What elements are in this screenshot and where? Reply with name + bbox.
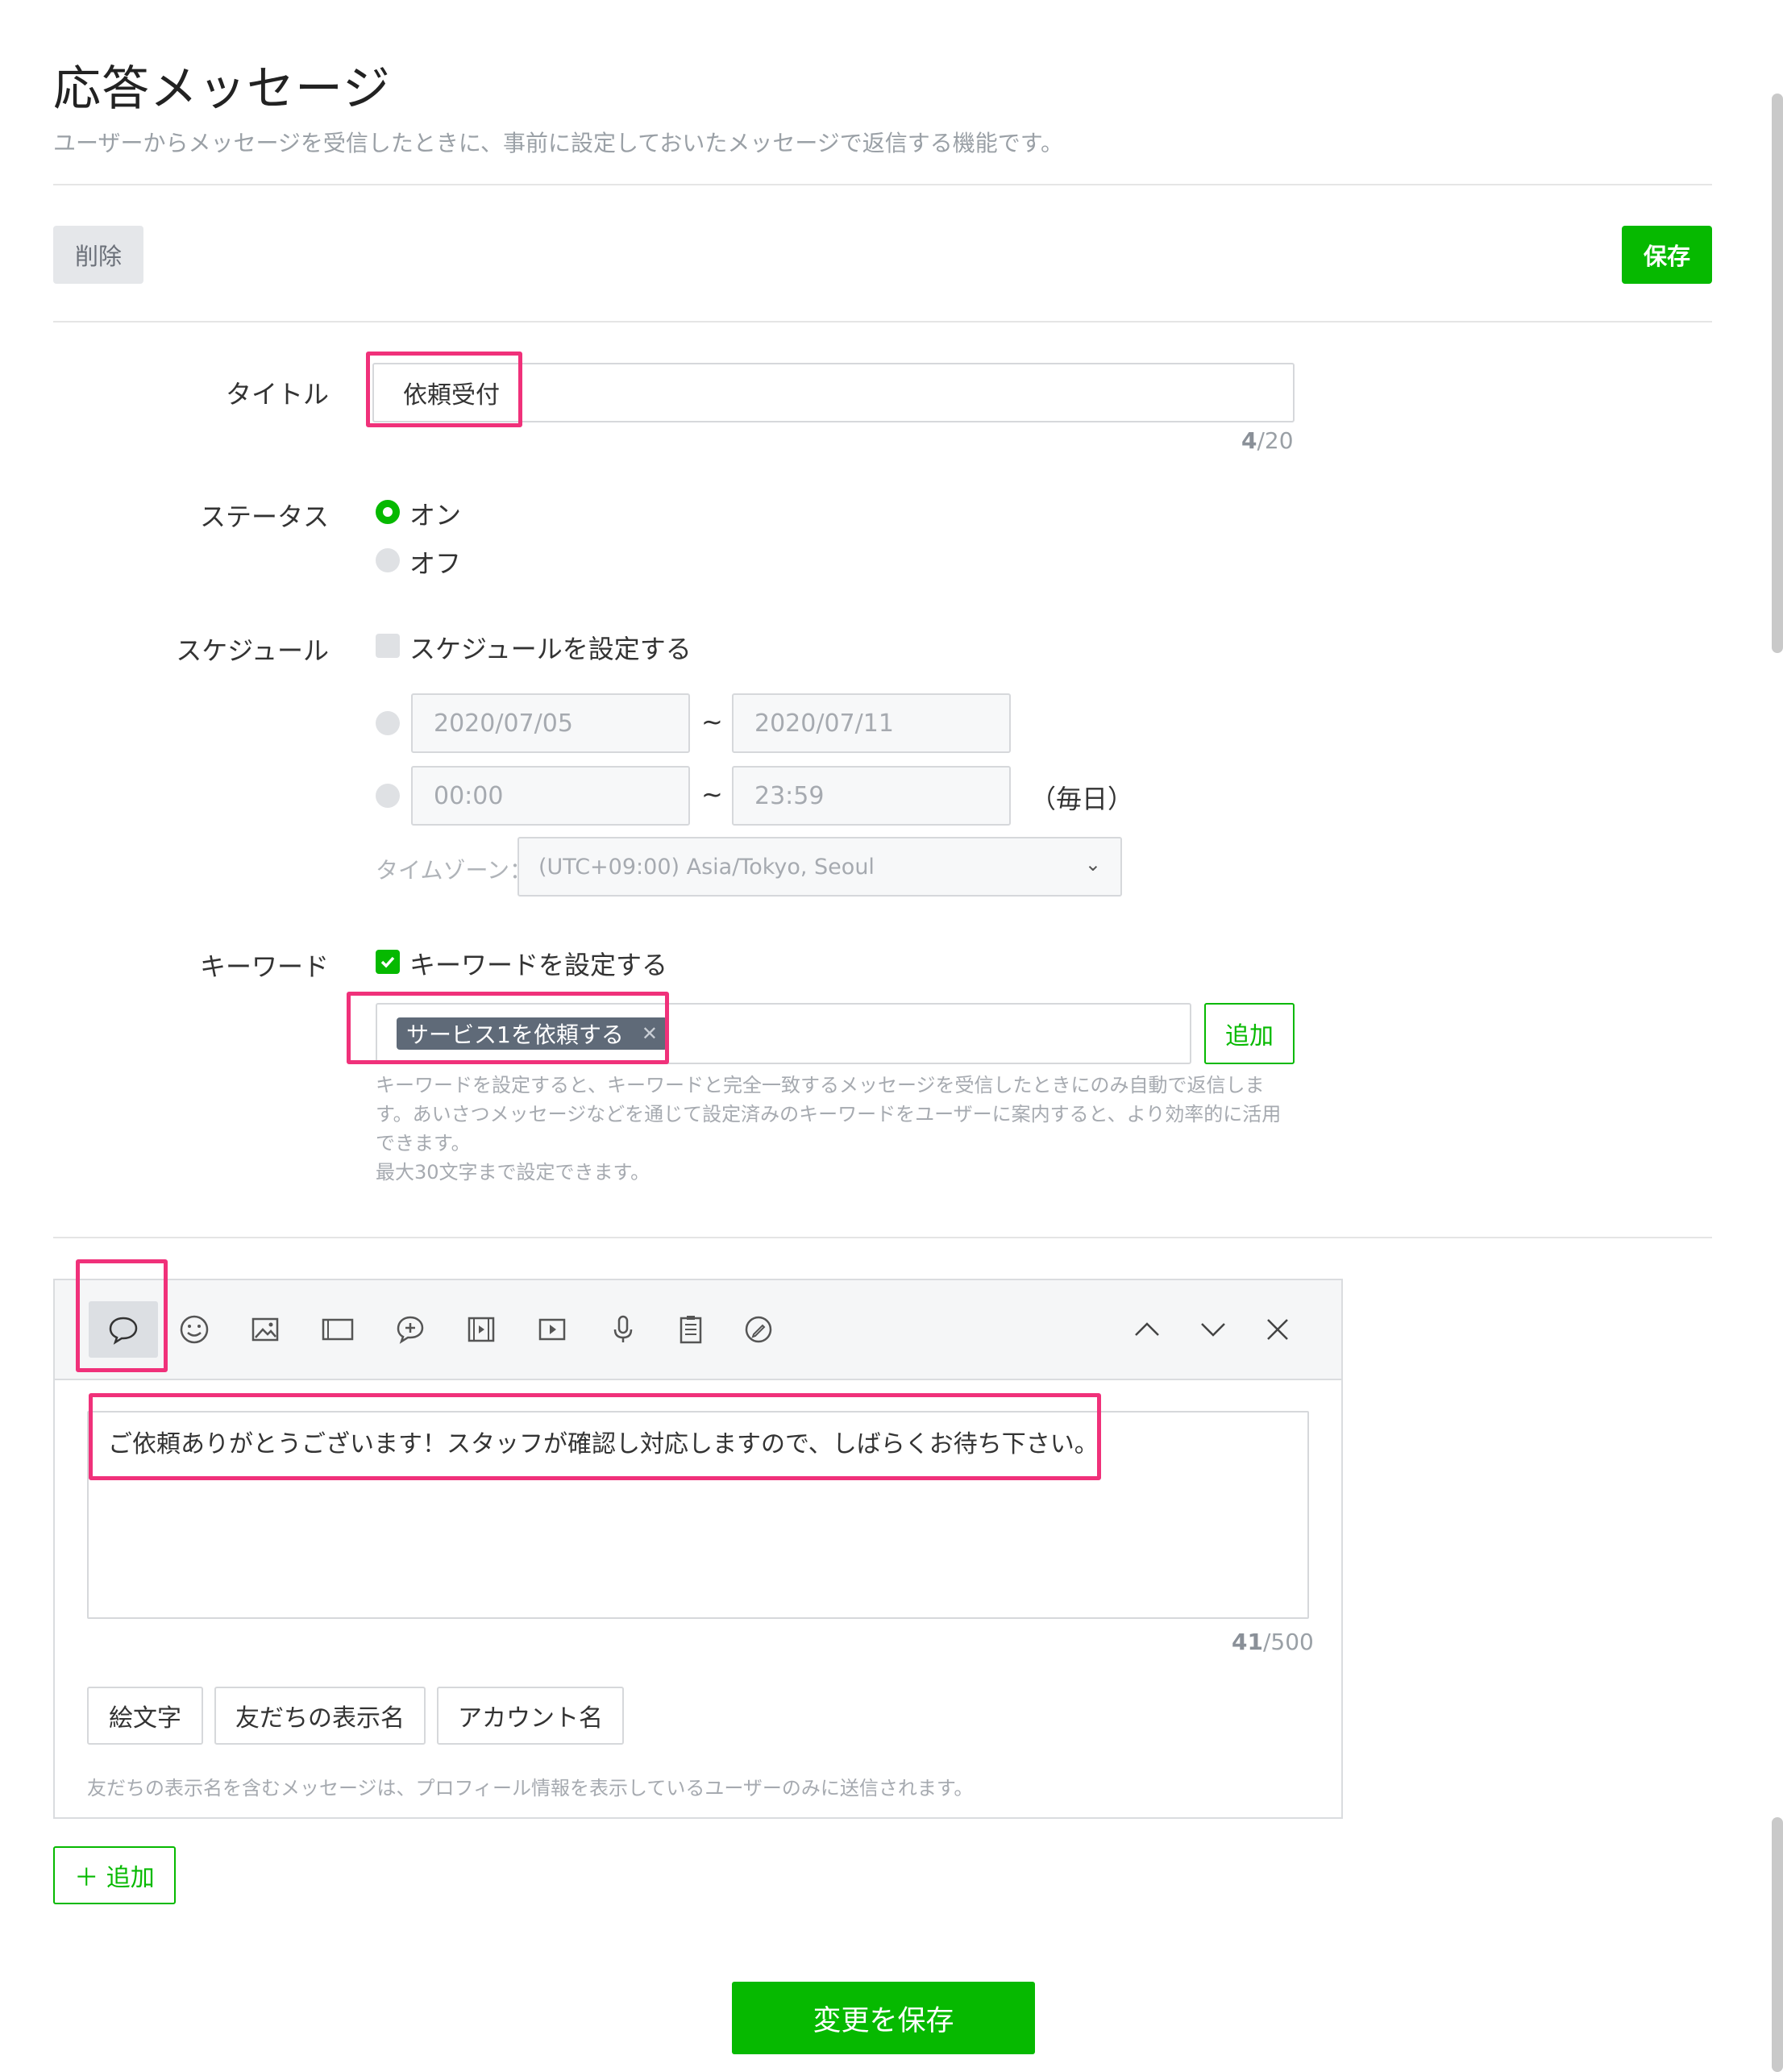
card-icon[interactable]	[318, 1309, 358, 1350]
schedule-date-radio[interactable]	[376, 711, 400, 735]
time-end-input[interactable]: 23:59	[732, 766, 1011, 826]
time-start-value: 00:00	[434, 781, 504, 810]
image-icon[interactable]	[245, 1309, 285, 1350]
emoji-chip[interactable]: 絵文字	[87, 1687, 203, 1745]
time-start-input[interactable]: 00:00	[411, 766, 690, 826]
keyword-highlight	[347, 992, 669, 1064]
timezone-label: タイムゾーン：	[376, 857, 533, 884]
scrollbar-thumb[interactable]	[1772, 1817, 1783, 2072]
date-start-input[interactable]: 2020/07/05	[411, 693, 690, 753]
account-name-chip[interactable]: アカウント名	[437, 1687, 624, 1745]
close-icon[interactable]	[1257, 1309, 1298, 1350]
divider	[53, 321, 1712, 322]
coupon-icon[interactable]	[738, 1309, 779, 1350]
rich-video-icon[interactable]	[532, 1309, 572, 1350]
time-end-value: 23:59	[754, 781, 825, 810]
daily-label: （毎日）	[1030, 784, 1134, 814]
date-tilde: ~	[701, 706, 723, 737]
chevron-down-icon: ⌄	[1084, 853, 1101, 876]
status-on-label: オン	[409, 500, 462, 530]
help-line: キーワードを設定すると、キーワードと完全一致するメッセージを受信したときにのみ自…	[376, 1074, 1265, 1096]
editor-note: 友だちの表示名を含むメッセージは、プロフィール情報を表示しているユーザーのみに送…	[87, 1777, 974, 1799]
video-icon[interactable]	[461, 1309, 501, 1350]
help-line: 最大30文字まで設定できます。	[376, 1161, 650, 1184]
check-icon	[380, 956, 395, 968]
status-on-radio[interactable]	[376, 500, 400, 524]
schedule-checkbox[interactable]	[376, 634, 400, 658]
message-counter: 41/500	[1232, 1629, 1314, 1655]
title-label: タイトル	[225, 379, 329, 410]
friend-name-chip[interactable]: 友だちの表示名	[214, 1687, 426, 1745]
title-counter: 4/20	[1241, 427, 1294, 454]
schedule-time-radio[interactable]	[376, 784, 400, 808]
help-line: できます。	[376, 1132, 471, 1155]
save-button[interactable]: 保存	[1622, 226, 1712, 284]
add-message-button[interactable]: ＋ 追加	[53, 1846, 176, 1904]
tab-highlight	[76, 1259, 168, 1372]
survey-icon[interactable]	[671, 1309, 711, 1350]
schedule-checkbox-label: スケジュールを設定する	[409, 634, 692, 664]
keyword-help: キーワードを設定すると、キーワードと完全一致するメッセージを受信したときにのみ自…	[376, 1071, 1295, 1187]
scrollbar-thumb[interactable]	[1772, 94, 1783, 653]
message-highlight	[89, 1393, 1101, 1480]
keyword-add-button[interactable]: 追加	[1204, 1003, 1295, 1064]
title-highlight	[366, 352, 522, 427]
divider	[53, 1237, 1712, 1238]
page-description: ユーザーからメッセージを受信したときに、事前に設定しておいたメッセージで返信する…	[53, 130, 1064, 156]
status-label: ステータス	[199, 501, 329, 532]
status-off-label: オフ	[409, 548, 462, 579]
date-start-value: 2020/07/05	[434, 709, 573, 738]
date-end-value: 2020/07/11	[754, 709, 894, 738]
keyword-label: キーワード	[199, 951, 329, 982]
status-off-radio[interactable]	[376, 548, 400, 572]
chevron-down-icon[interactable]	[1193, 1309, 1233, 1350]
keyword-checkbox-label: キーワードを設定する	[409, 950, 668, 980]
chevron-up-icon[interactable]	[1127, 1309, 1167, 1350]
timezone-select[interactable]: (UTC+09:00) Asia/Tokyo, Seoul ⌄	[517, 837, 1122, 897]
keyword-checkbox[interactable]	[376, 950, 400, 974]
help-line: す。あいさつメッセージなどを通じて設定済みのキーワードをユーザーに案内すると、よ…	[376, 1103, 1282, 1125]
emoji-icon[interactable]	[174, 1309, 214, 1350]
message-editor: ご依頼ありがとうございます！スタッフが確認し対応しますので、しばらくお待ち下さい…	[53, 1279, 1343, 1819]
date-end-input[interactable]: 2020/07/11	[732, 693, 1011, 753]
rich-message-icon[interactable]	[390, 1309, 430, 1350]
page-title: 応答メッセージ	[53, 60, 391, 116]
delete-button[interactable]: 削除	[53, 226, 143, 284]
editor-toolbar	[55, 1280, 1341, 1380]
save-changes-button[interactable]: 変更を保存	[732, 1982, 1035, 2054]
divider	[53, 184, 1712, 185]
time-tilde: ~	[701, 779, 723, 809]
timezone-value: (UTC+09:00) Asia/Tokyo, Seoul	[538, 854, 875, 880]
voice-icon[interactable]	[603, 1309, 643, 1350]
schedule-label: スケジュール	[176, 635, 329, 666]
